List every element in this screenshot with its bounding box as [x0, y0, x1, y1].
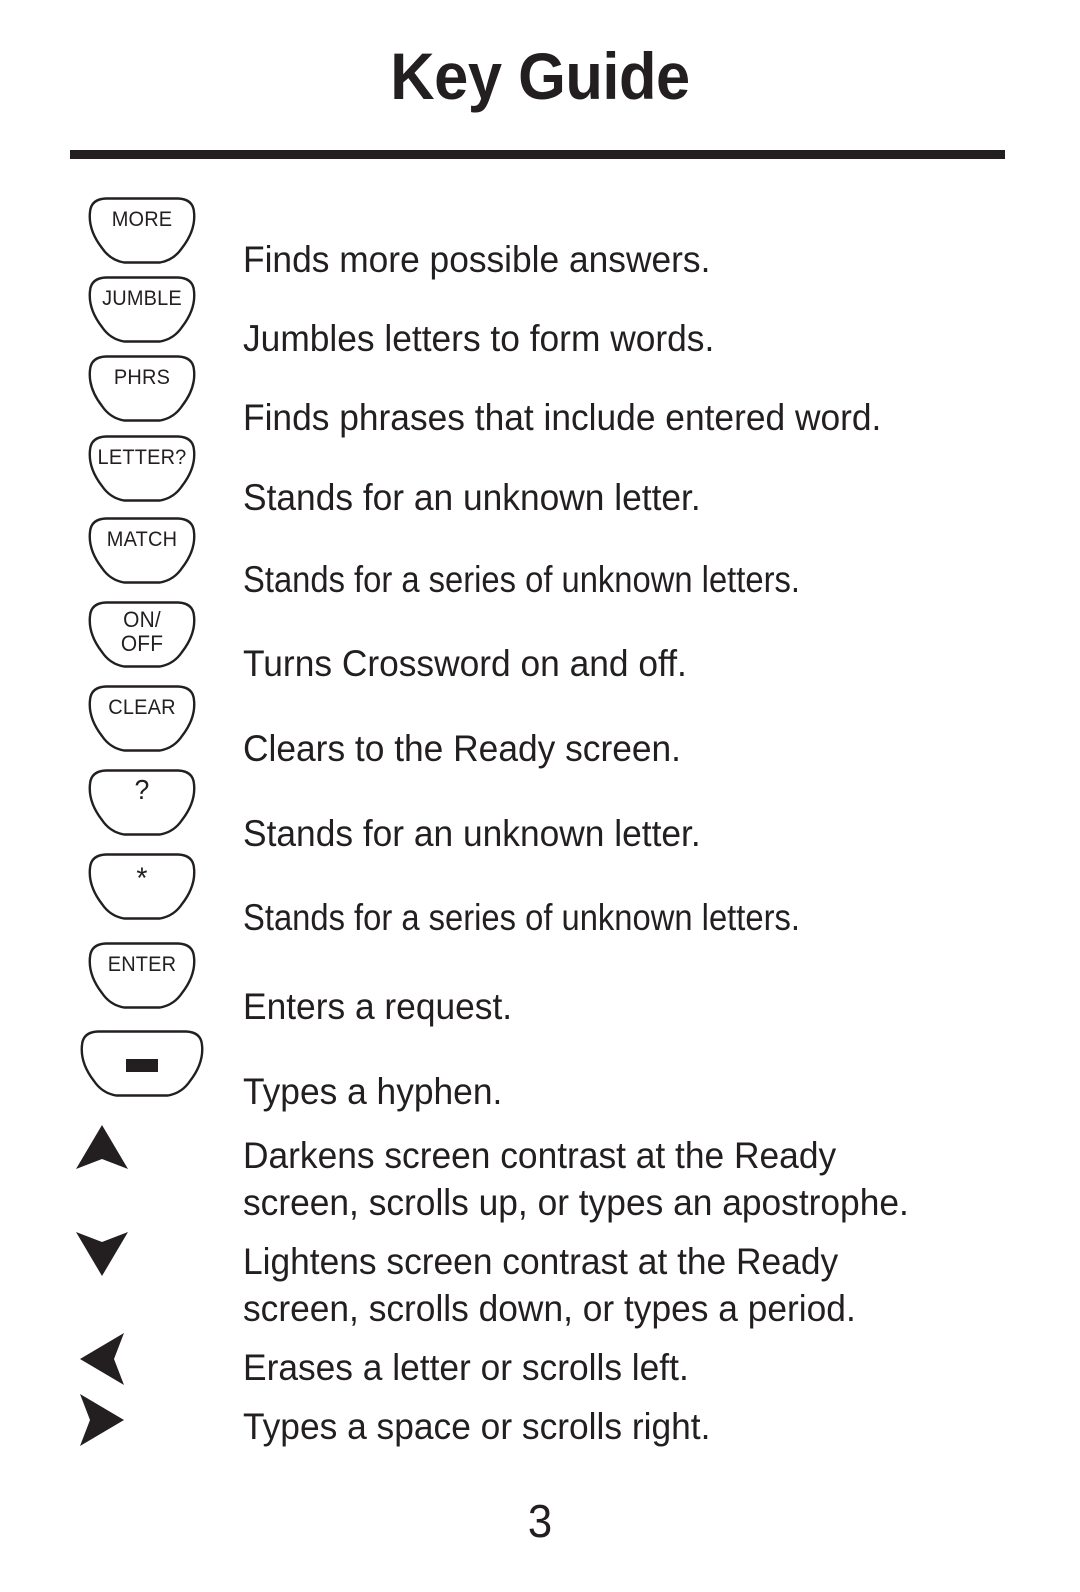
page-number: 3 — [527, 1495, 553, 1547]
hyphen-key — [72, 1029, 212, 1099]
key-guide-page: Key Guide MORE Finds more possible answer… — [0, 0, 1080, 1592]
key-description: Jumbles letters to form words. — [243, 318, 715, 359]
clear-key: CLEAR — [80, 684, 204, 754]
key-cap-cell: LETTER? — [62, 434, 222, 512]
key-description: Turns Crossword on and off. — [243, 643, 687, 684]
arrow-up-icon — [62, 1121, 222, 1191]
asterisk-key: * — [80, 852, 204, 922]
arrow-right-icon — [62, 1394, 222, 1464]
key-description: Darkens screen contrast at the Ready scr… — [243, 1135, 909, 1223]
hyphen-glyph — [126, 1059, 158, 1072]
key-description: Types a hyphen. — [243, 1071, 503, 1112]
arrow-down-icon — [62, 1228, 222, 1298]
key-description: Stands for an unknown letter. — [243, 813, 701, 854]
key-description: Lightens screen contrast at the Ready sc… — [243, 1241, 856, 1329]
key-description: Stands for a series of unknown letters. — [243, 897, 800, 938]
title-divider-rule — [70, 150, 1005, 159]
key-cap-cell: CLEAR — [62, 684, 222, 762]
match-key: MATCH — [80, 516, 204, 586]
key-cap-cell: MORE — [62, 196, 222, 274]
enter-key: ENTER — [80, 941, 204, 1011]
key-description: Stands for a series of unknown letters. — [243, 559, 800, 600]
key-cap-cell: PHRS — [62, 354, 222, 432]
key-cap-cell — [62, 1029, 222, 1107]
on-off-key: ON/ OFF — [80, 600, 204, 670]
page-title: Key Guide — [390, 39, 690, 113]
key-description: Stands for an unknown letter. — [243, 477, 701, 518]
key-description: Erases a letter or scrolls left. — [243, 1347, 689, 1388]
phrs-key: PHRS — [80, 354, 204, 424]
letter-question-key: LETTER? — [80, 434, 204, 504]
key-cap-cell: ENTER — [62, 941, 222, 1019]
question-mark-key: ? — [80, 768, 204, 838]
key-description: Enters a request. — [243, 986, 513, 1027]
key-cap-cell: * — [62, 852, 222, 930]
key-description: Clears to the Ready screen. — [243, 728, 681, 769]
key-cap-cell: MATCH — [62, 516, 222, 594]
arrow-left-icon — [62, 1333, 222, 1403]
key-cap-cell: JUMBLE — [62, 275, 222, 353]
key-description: Finds phrases that include entered word. — [243, 397, 882, 438]
key-cap-cell: ? — [62, 768, 222, 846]
jumble-key: JUMBLE — [80, 275, 204, 345]
more-key: MORE — [80, 196, 204, 266]
key-cap-cell: ON/ OFF — [62, 600, 222, 678]
key-description: Finds more possible answers. — [243, 239, 711, 280]
key-description: Types a space or scrolls right. — [243, 1406, 711, 1447]
